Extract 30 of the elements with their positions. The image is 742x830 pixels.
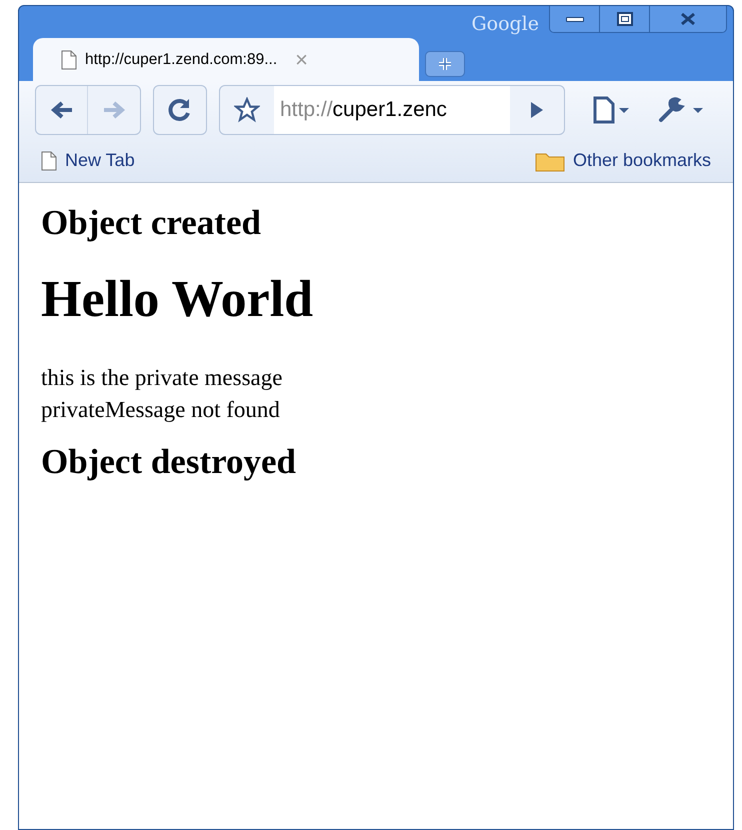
new-tab-button[interactable] xyxy=(425,51,465,77)
minimize-button[interactable] xyxy=(550,6,600,32)
back-arrow-icon xyxy=(50,100,74,120)
text-line: privateMessage not found xyxy=(41,396,281,424)
page-icon xyxy=(41,150,57,170)
wrench-menu-button[interactable] xyxy=(657,96,705,124)
tab-title: http://cuper1.zend.com:89... xyxy=(85,50,278,70)
text-line: this is the private message xyxy=(41,364,284,392)
close-button[interactable] xyxy=(650,6,726,32)
brand-label: Google xyxy=(471,12,539,37)
go-arrow-icon xyxy=(530,101,544,119)
page-menu-icon xyxy=(593,96,631,124)
plus-icon xyxy=(437,56,453,72)
wrench-icon xyxy=(657,96,705,124)
bookmark-item[interactable]: New Tab xyxy=(41,147,135,174)
page-icon xyxy=(61,50,77,70)
maximize-button[interactable] xyxy=(600,6,650,32)
bookmark-item[interactable]: Other bookmarks xyxy=(534,147,711,174)
address-text: http://cuper1.zenc xyxy=(274,86,510,134)
forward-arrow-icon xyxy=(102,100,126,120)
page-heading: Object created xyxy=(41,202,262,244)
page-heading: Object destroyed xyxy=(41,441,297,484)
star-icon xyxy=(234,97,260,123)
close-icon xyxy=(679,12,697,26)
page-title: Hello World xyxy=(41,270,314,330)
page-menu-button[interactable] xyxy=(593,96,631,124)
address-bar[interactable]: http://cuper1.zenc xyxy=(219,85,565,135)
reload-button[interactable] xyxy=(153,85,207,135)
browser-tab[interactable]: http://cuper1.zend.com:89... × xyxy=(33,38,419,81)
reload-icon xyxy=(167,97,193,123)
